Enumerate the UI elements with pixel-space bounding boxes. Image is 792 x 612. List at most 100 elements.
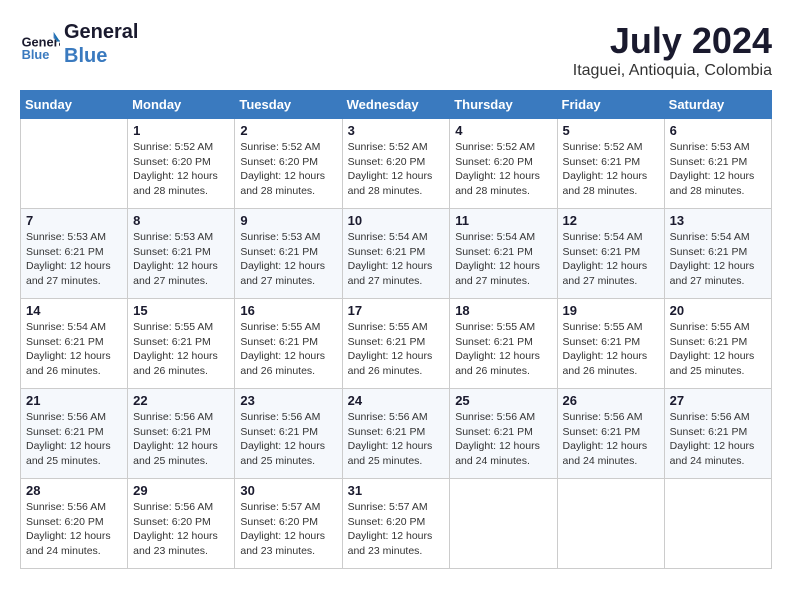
calendar-cell: 30 Sunrise: 5:57 AM Sunset: 6:20 PM Dayli…: [235, 479, 342, 569]
day-info: Sunrise: 5:55 AM Sunset: 6:21 PM Dayligh…: [348, 320, 445, 379]
day-info: Sunrise: 5:57 AM Sunset: 6:20 PM Dayligh…: [348, 500, 445, 559]
day-number: 17: [348, 303, 445, 318]
calendar-cell: [21, 119, 128, 209]
calendar-header-thursday: Thursday: [450, 91, 557, 119]
day-info: Sunrise: 5:53 AM Sunset: 6:21 PM Dayligh…: [240, 230, 336, 289]
location: Itaguei, Antioquia, Colombia: [573, 62, 772, 80]
logo: General Blue General Blue: [20, 20, 138, 68]
day-info: Sunrise: 5:55 AM Sunset: 6:21 PM Dayligh…: [240, 320, 336, 379]
calendar-header-row: SundayMondayTuesdayWednesdayThursdayFrid…: [21, 91, 772, 119]
day-number: 29: [133, 483, 229, 498]
day-info: Sunrise: 5:54 AM Sunset: 6:21 PM Dayligh…: [26, 320, 122, 379]
calendar-cell: 14 Sunrise: 5:54 AM Sunset: 6:21 PM Dayli…: [21, 299, 128, 389]
calendar-cell: 27 Sunrise: 5:56 AM Sunset: 6:21 PM Dayli…: [664, 389, 771, 479]
day-info: Sunrise: 5:54 AM Sunset: 6:21 PM Dayligh…: [455, 230, 551, 289]
calendar-header-sunday: Sunday: [21, 91, 128, 119]
day-number: 18: [455, 303, 551, 318]
calendar-cell: [664, 479, 771, 569]
calendar-cell: 8 Sunrise: 5:53 AM Sunset: 6:21 PM Daylig…: [128, 209, 235, 299]
day-info: Sunrise: 5:56 AM Sunset: 6:20 PM Dayligh…: [26, 500, 122, 559]
day-info: Sunrise: 5:56 AM Sunset: 6:20 PM Dayligh…: [133, 500, 229, 559]
day-number: 12: [563, 213, 659, 228]
calendar-cell: [557, 479, 664, 569]
day-number: 3: [348, 123, 445, 138]
day-number: 22: [133, 393, 229, 408]
title-block: July 2024 Itaguei, Antioquia, Colombia: [573, 20, 772, 80]
day-number: 7: [26, 213, 122, 228]
day-number: 30: [240, 483, 336, 498]
week-row-2: 7 Sunrise: 5:53 AM Sunset: 6:21 PM Daylig…: [21, 209, 772, 299]
calendar-cell: 5Sunrise: 5:52 AM Sunset: 6:21 PM Daylig…: [557, 119, 664, 209]
calendar-header-tuesday: Tuesday: [235, 91, 342, 119]
calendar-cell: 31 Sunrise: 5:57 AM Sunset: 6:20 PM Dayli…: [342, 479, 450, 569]
day-info: Sunrise: 5:55 AM Sunset: 6:21 PM Dayligh…: [133, 320, 229, 379]
day-info: Sunrise: 5:56 AM Sunset: 6:21 PM Dayligh…: [26, 410, 122, 469]
day-info: Sunrise: 5:55 AM Sunset: 6:21 PM Dayligh…: [670, 320, 766, 379]
calendar-cell: 20 Sunrise: 5:55 AM Sunset: 6:21 PM Dayli…: [664, 299, 771, 389]
day-info: Sunrise: 5:52 AM Sunset: 6:21 PM Dayligh…: [563, 140, 659, 199]
svg-text:Blue: Blue: [22, 47, 50, 62]
day-info: Sunrise: 5:56 AM Sunset: 6:21 PM Dayligh…: [348, 410, 445, 469]
day-number: 14: [26, 303, 122, 318]
calendar-header-monday: Monday: [128, 91, 235, 119]
calendar-header-saturday: Saturday: [664, 91, 771, 119]
calendar-cell: 29 Sunrise: 5:56 AM Sunset: 6:20 PM Dayli…: [128, 479, 235, 569]
calendar-cell: 24 Sunrise: 5:56 AM Sunset: 6:21 PM Dayli…: [342, 389, 450, 479]
day-info: Sunrise: 5:56 AM Sunset: 6:21 PM Dayligh…: [670, 410, 766, 469]
day-number: 15: [133, 303, 229, 318]
calendar-cell: 2Sunrise: 5:52 AM Sunset: 6:20 PM Daylig…: [235, 119, 342, 209]
day-number: 9: [240, 213, 336, 228]
calendar-cell: 6 Sunrise: 5:53 AM Sunset: 6:21 PM Daylig…: [664, 119, 771, 209]
calendar-cell: 22Sunrise: 5:56 AM Sunset: 6:21 PM Dayli…: [128, 389, 235, 479]
day-info: Sunrise: 5:52 AM Sunset: 6:20 PM Dayligh…: [455, 140, 551, 199]
day-number: 11: [455, 213, 551, 228]
month-year: July 2024: [573, 20, 772, 62]
day-number: 4: [455, 123, 551, 138]
day-info: Sunrise: 5:56 AM Sunset: 6:21 PM Dayligh…: [563, 410, 659, 469]
calendar-cell: 9 Sunrise: 5:53 AM Sunset: 6:21 PM Daylig…: [235, 209, 342, 299]
day-info: Sunrise: 5:56 AM Sunset: 6:21 PM Dayligh…: [240, 410, 336, 469]
day-info: Sunrise: 5:53 AM Sunset: 6:21 PM Dayligh…: [26, 230, 122, 289]
calendar-header-friday: Friday: [557, 91, 664, 119]
calendar-table: SundayMondayTuesdayWednesdayThursdayFrid…: [20, 90, 772, 569]
calendar-cell: [450, 479, 557, 569]
day-number: 28: [26, 483, 122, 498]
day-number: 20: [670, 303, 766, 318]
day-number: 24: [348, 393, 445, 408]
day-info: Sunrise: 5:57 AM Sunset: 6:20 PM Dayligh…: [240, 500, 336, 559]
day-info: Sunrise: 5:54 AM Sunset: 6:21 PM Dayligh…: [348, 230, 445, 289]
day-number: 31: [348, 483, 445, 498]
day-info: Sunrise: 5:56 AM Sunset: 6:21 PM Dayligh…: [455, 410, 551, 469]
calendar-cell: 12Sunrise: 5:54 AM Sunset: 6:21 PM Dayli…: [557, 209, 664, 299]
week-row-4: 21Sunrise: 5:56 AM Sunset: 6:21 PM Dayli…: [21, 389, 772, 479]
calendar-cell: 17 Sunrise: 5:55 AM Sunset: 6:21 PM Dayli…: [342, 299, 450, 389]
day-number: 10: [348, 213, 445, 228]
logo-line1: General: [64, 20, 138, 44]
calendar-cell: 18Sunrise: 5:55 AM Sunset: 6:21 PM Dayli…: [450, 299, 557, 389]
day-number: 8: [133, 213, 229, 228]
calendar-cell: 26 Sunrise: 5:56 AM Sunset: 6:21 PM Dayli…: [557, 389, 664, 479]
calendar-cell: 4 Sunrise: 5:52 AM Sunset: 6:20 PM Daylig…: [450, 119, 557, 209]
day-number: 2: [240, 123, 336, 138]
calendar-cell: 28 Sunrise: 5:56 AM Sunset: 6:20 PM Dayli…: [21, 479, 128, 569]
calendar-cell: 10 Sunrise: 5:54 AM Sunset: 6:21 PM Dayli…: [342, 209, 450, 299]
day-info: Sunrise: 5:53 AM Sunset: 6:21 PM Dayligh…: [670, 140, 766, 199]
calendar-cell: 25Sunrise: 5:56 AM Sunset: 6:21 PM Dayli…: [450, 389, 557, 479]
day-info: Sunrise: 5:55 AM Sunset: 6:21 PM Dayligh…: [563, 320, 659, 379]
logo-line2: Blue: [64, 44, 138, 68]
day-number: 27: [670, 393, 766, 408]
day-info: Sunrise: 5:53 AM Sunset: 6:21 PM Dayligh…: [133, 230, 229, 289]
calendar-cell: 16Sunrise: 5:55 AM Sunset: 6:21 PM Dayli…: [235, 299, 342, 389]
day-number: 19: [563, 303, 659, 318]
calendar-cell: 19 Sunrise: 5:55 AM Sunset: 6:21 PM Dayli…: [557, 299, 664, 389]
calendar-cell: 3Sunrise: 5:52 AM Sunset: 6:20 PM Daylig…: [342, 119, 450, 209]
calendar-cell: 23 Sunrise: 5:56 AM Sunset: 6:21 PM Dayli…: [235, 389, 342, 479]
day-number: 23: [240, 393, 336, 408]
day-number: 6: [670, 123, 766, 138]
calendar-cell: 11 Sunrise: 5:54 AM Sunset: 6:21 PM Dayli…: [450, 209, 557, 299]
day-number: 26: [563, 393, 659, 408]
day-number: 13: [670, 213, 766, 228]
calendar-cell: 1Sunrise: 5:52 AM Sunset: 6:20 PM Daylig…: [128, 119, 235, 209]
page-header: General Blue General Blue July 2024 Itag…: [20, 20, 772, 80]
calendar-cell: 15 Sunrise: 5:55 AM Sunset: 6:21 PM Dayli…: [128, 299, 235, 389]
